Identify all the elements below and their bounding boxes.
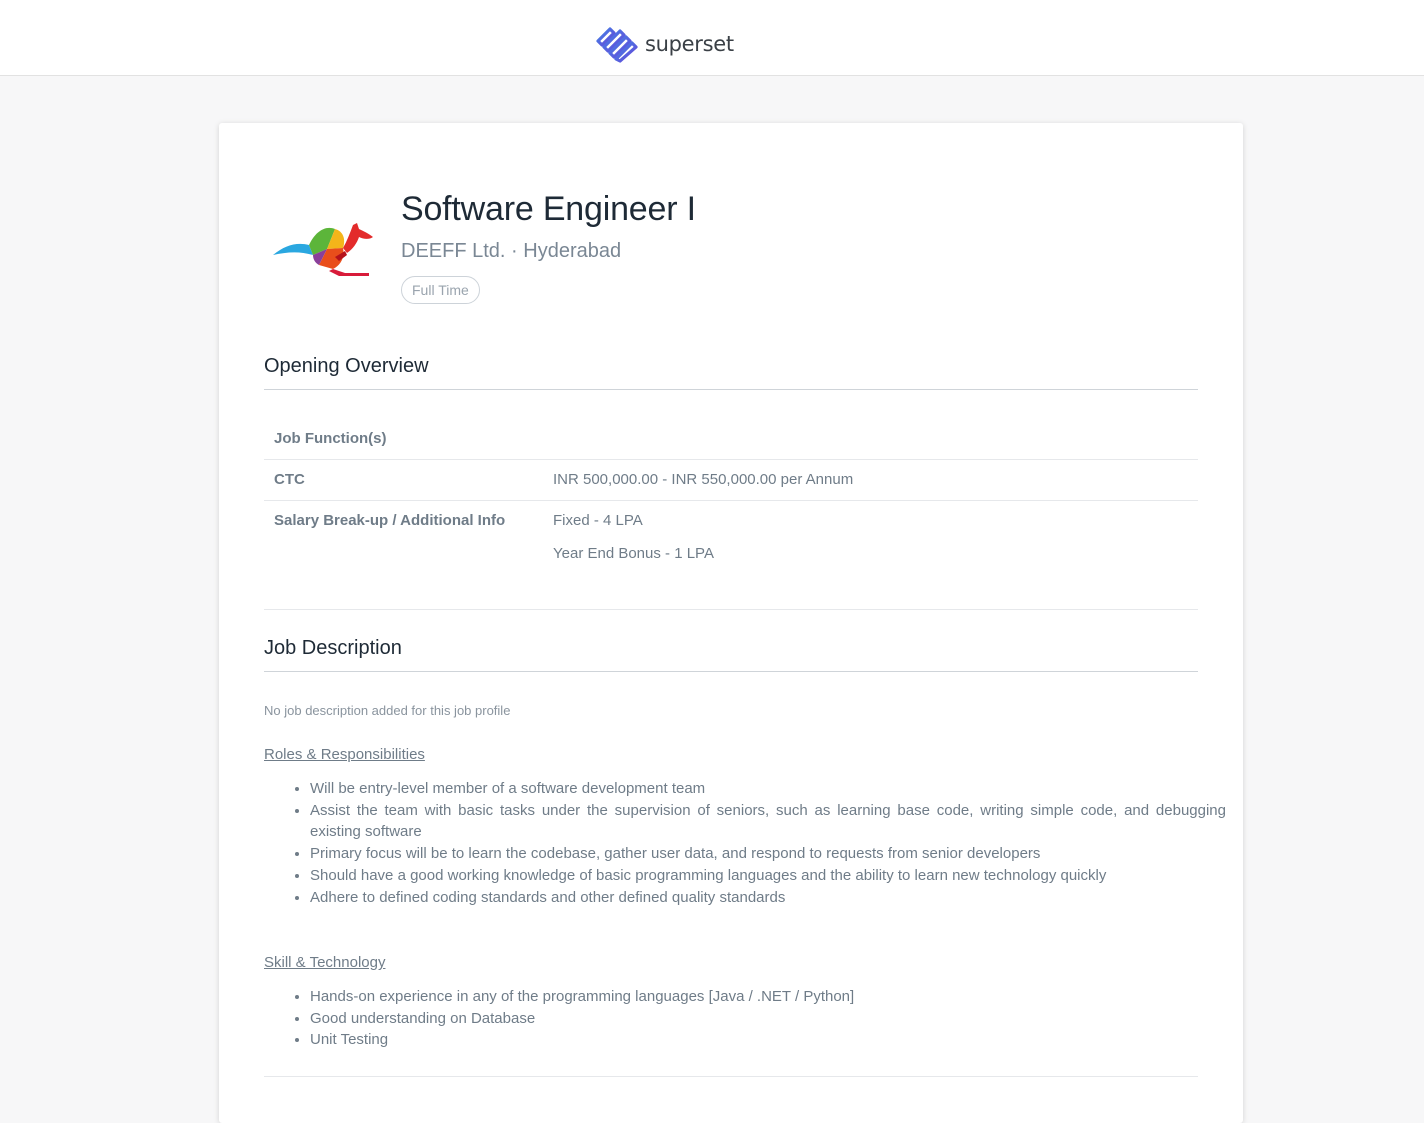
list-item: Hands-on experience in any of the progra… bbox=[310, 986, 1226, 1008]
list-item: Will be entry-level member of a software… bbox=[310, 778, 1226, 800]
list-item: Primary focus will be to learn the codeb… bbox=[310, 843, 1226, 865]
divider bbox=[264, 609, 1198, 610]
overview-value-salary-fixed: Fixed - 4 LPA bbox=[553, 512, 643, 529]
brand[interactable]: superset bbox=[595, 24, 734, 64]
overview-value-salary-bonus: Year End Bonus - 1 LPA bbox=[553, 545, 714, 562]
separator-dot: · bbox=[511, 240, 518, 262]
job-location: Hyderabad bbox=[523, 240, 622, 262]
job-title: Software Engineer I bbox=[401, 190, 696, 228]
company-name[interactable]: DEEFF Ltd. bbox=[401, 240, 505, 262]
top-bar: superset bbox=[0, 0, 1424, 76]
list-item: Good understanding on Database bbox=[310, 1008, 1226, 1030]
opening-overview-heading: Opening Overview bbox=[264, 355, 429, 377]
kangaroo-logo-icon bbox=[273, 223, 373, 276]
employment-type-badge: Full Time bbox=[401, 276, 480, 304]
list-item: Assist the team with basic tasks under t… bbox=[310, 800, 1226, 843]
divider bbox=[264, 500, 1198, 501]
skills-heading: Skill & Technology bbox=[264, 954, 386, 971]
list-item: Unit Testing bbox=[310, 1029, 1226, 1051]
divider bbox=[264, 459, 1198, 460]
job-card: Software Engineer I DEEFF Ltd. · Hyderab… bbox=[219, 123, 1243, 1123]
list-item: Adhere to defined coding standards and o… bbox=[310, 887, 1226, 909]
roles-heading: Roles & Responsibilities bbox=[264, 746, 425, 763]
divider bbox=[264, 1076, 1198, 1077]
divider bbox=[264, 671, 1198, 672]
empty-description-note: No job description added for this job pr… bbox=[264, 703, 511, 718]
overview-label-job-functions: Job Function(s) bbox=[274, 430, 387, 447]
overview-label-ctc: CTC bbox=[274, 471, 305, 488]
roles-list: Will be entry-level member of a software… bbox=[264, 778, 1226, 908]
superset-logo-icon bbox=[596, 27, 638, 63]
overview-label-salary-breakup: Salary Break-up / Additional Info bbox=[274, 512, 506, 529]
skills-list: Hands-on experience in any of the progra… bbox=[264, 986, 1226, 1051]
overview-value-ctc: INR 500,000.00 - INR 550,000.00 per Annu… bbox=[553, 471, 854, 488]
list-item: Should have a good working knowledge of … bbox=[310, 865, 1226, 887]
brand-name: superset bbox=[645, 32, 734, 56]
job-company-location: DEEFF Ltd. · Hyderabad bbox=[401, 240, 621, 263]
divider bbox=[264, 389, 1198, 390]
job-description-heading: Job Description bbox=[264, 637, 402, 659]
